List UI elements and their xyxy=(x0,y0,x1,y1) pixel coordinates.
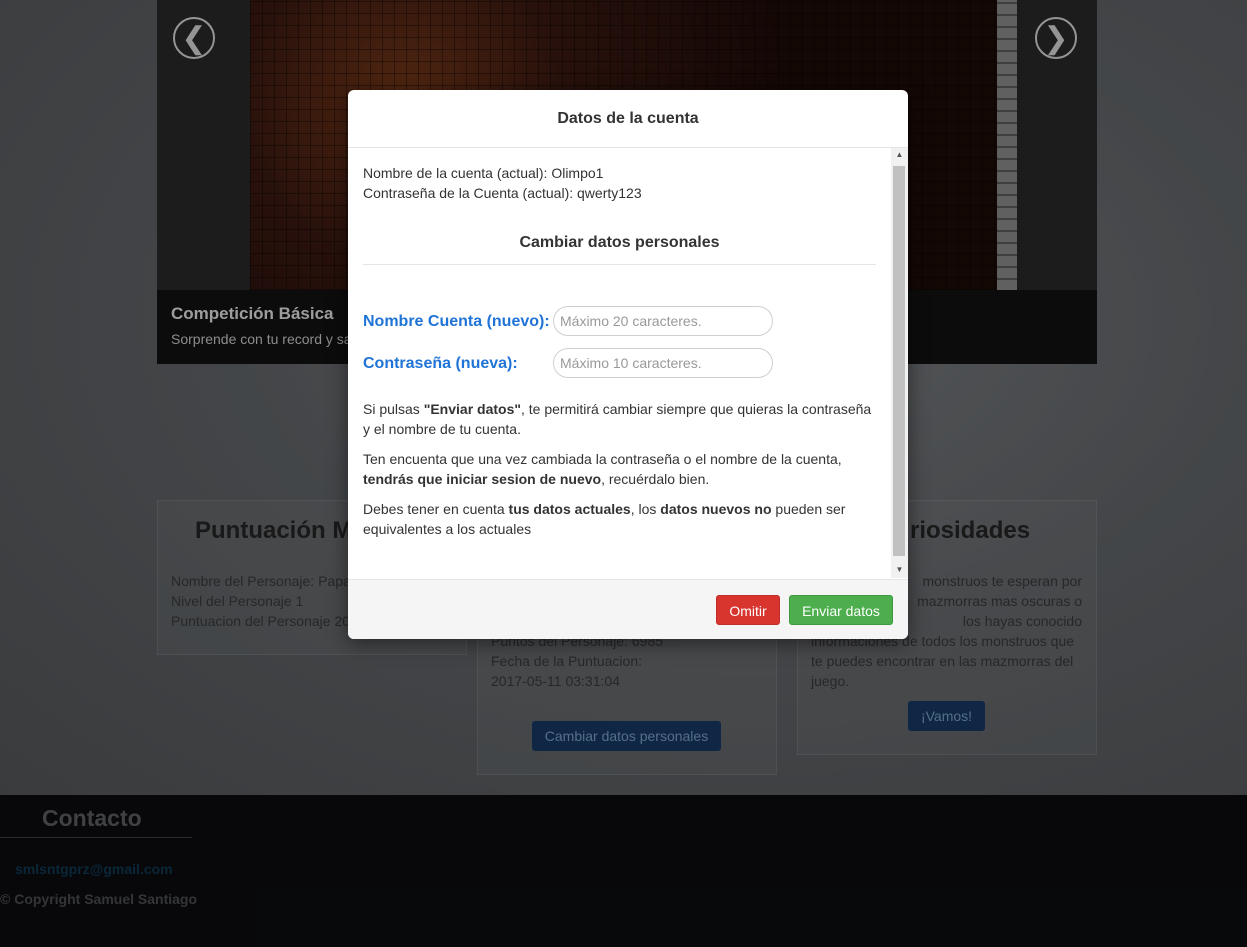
modal-header: Datos de la cuenta xyxy=(348,90,908,148)
current-account-password: Contraseña de la Cuenta (actual): qwerty… xyxy=(363,185,642,201)
modal-footer: Omitir Enviar datos xyxy=(348,579,908,639)
scroll-down-icon[interactable]: ▼ xyxy=(891,563,908,577)
para-bold: tus datos actuales xyxy=(508,501,631,517)
para-text: , los xyxy=(630,501,661,517)
para-text: Debes tener en cuenta xyxy=(363,501,509,517)
para-text: Si pulsas xyxy=(363,401,424,417)
modal-body: Nombre de la cuenta (actual): Olimpo1 Co… xyxy=(348,148,908,578)
omit-button[interactable]: Omitir xyxy=(716,595,780,625)
current-account-name: Nombre de la cuenta (actual): Olimpo1 xyxy=(363,165,604,181)
para-bold: datos nuevos no xyxy=(660,501,772,517)
modal-title: Datos de la cuenta xyxy=(557,110,699,127)
new-name-input[interactable] xyxy=(553,306,773,336)
submit-button[interactable]: Enviar datos xyxy=(789,595,893,625)
new-name-label: Nombre Cuenta (nuevo): xyxy=(363,313,550,330)
para-text: Ten encuenta que una vez cambiada la con… xyxy=(363,451,842,467)
para-bold: "Enviar datos" xyxy=(423,401,522,417)
para-bold: tendrás que iniciar sesion de nuevo xyxy=(363,471,602,487)
scroll-up-icon[interactable]: ▲ xyxy=(891,148,908,162)
info-paragraph-1: Si pulsas "Enviar datos", te permitirá c… xyxy=(363,399,878,439)
new-password-input[interactable] xyxy=(553,348,773,378)
new-password-label: Contraseña (nueva): xyxy=(363,355,518,372)
modal-scrollbar[interactable]: ▲ ▼ xyxy=(891,148,908,578)
heading-divider xyxy=(363,264,876,265)
para-text: , recuérdalo bien. xyxy=(601,471,710,487)
info-paragraph-3: Debes tener en cuenta tus datos actuales… xyxy=(363,499,878,539)
account-modal: Datos de la cuenta Nombre de la cuenta (… xyxy=(348,90,908,639)
scrollbar-thumb[interactable] xyxy=(893,166,905,556)
change-data-heading: Cambiar datos personales xyxy=(519,234,720,251)
info-paragraph-2: Ten encuenta que una vez cambiada la con… xyxy=(363,449,878,489)
